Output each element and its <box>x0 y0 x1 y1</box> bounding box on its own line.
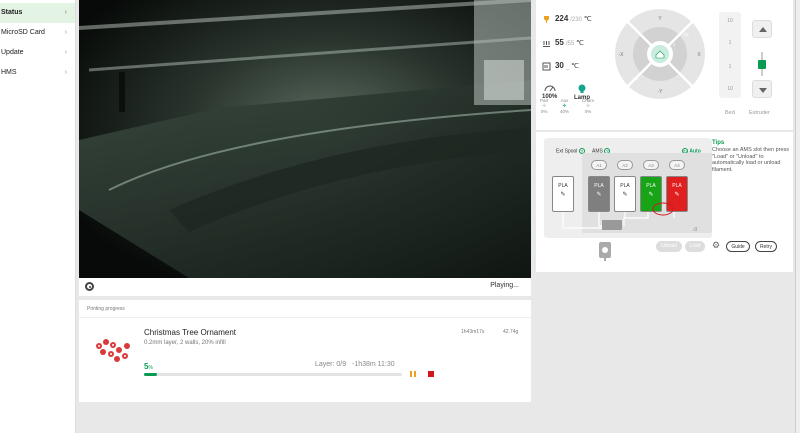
bed-z-control[interactable]: 10 1 1 10 <box>719 12 741 98</box>
sidebar-item-label: Status <box>1 9 23 16</box>
camera-image <box>79 0 531 278</box>
unload-button[interactable]: Unload <box>656 241 682 252</box>
load-button[interactable]: Load <box>685 241 705 252</box>
chamber-fan[interactable]: Cham ✣ 0% <box>582 98 594 114</box>
window-edge <box>795 0 800 433</box>
job-weight: 42.74g <box>503 329 519 335</box>
axis-jog-control[interactable]: Y -Y X -X 10 1 -1 -10 <box>614 8 706 100</box>
extruder-up-button[interactable] <box>752 20 772 38</box>
guide-button[interactable]: Guide <box>726 241 750 252</box>
bed-icon <box>542 39 551 48</box>
tips-title: Tips <box>712 140 725 146</box>
chevron-right-icon: › <box>64 9 67 16</box>
layer-info: Layer: 0/9 -1h38m 11:30 <box>315 361 395 368</box>
job-name: Christmas Tree Ornament <box>144 328 237 337</box>
settings-icon[interactable]: ⚙ <box>712 240 720 251</box>
playing-status: Playing... <box>490 282 519 289</box>
sidebar-item-label: HMS <box>1 69 17 76</box>
chevron-right-icon: › <box>64 49 67 56</box>
printing-progress-card: Printing progress Christmas Tree Ornamen… <box>79 300 531 402</box>
bed-temp[interactable]: 55 /55 ℃ <box>542 38 584 48</box>
control-panel: 224 /230 ℃ 55 /55 ℃ 30 _ ℃ 100% Lamp Par… <box>536 0 793 130</box>
lamp-icon <box>578 84 586 93</box>
nozzle-temp[interactable]: 224 /230 ℃ <box>542 14 592 24</box>
section-title: Printing progress <box>87 306 125 312</box>
camera-feed <box>79 0 531 278</box>
retry-button[interactable]: Retry <box>755 241 777 252</box>
ams-filament-paths: ↓0 <box>562 202 698 233</box>
sidebar-item-label: Update <box>1 49 24 56</box>
divider <box>79 317 531 318</box>
svg-text:↓0: ↓0 <box>692 227 698 233</box>
svg-text:10: 10 <box>683 32 689 37</box>
ams-panel: Ext Spool ? AMS ? ↻ Auto Refill PLA✎ A1P… <box>536 132 793 272</box>
record-icon[interactable] <box>85 282 94 291</box>
sidebar-item-status[interactable]: Status › <box>0 3 75 23</box>
hotend-icon <box>599 242 611 261</box>
chevron-right-icon: › <box>64 29 67 36</box>
aux-fan[interactable]: Aux ✣ 40% <box>560 98 569 114</box>
svg-text:-Y: -Y <box>658 89 664 95</box>
progress-percent: 5% <box>144 362 153 371</box>
svg-text:-1: -1 <box>644 65 648 70</box>
sidebar: Status › MicroSD Card › Update › HMS › <box>0 0 76 433</box>
chevron-right-icon: › <box>64 69 67 76</box>
sidebar-list: Status › MicroSD Card › Update › HMS › <box>0 3 75 83</box>
extruder-icon <box>758 52 766 76</box>
stop-button[interactable] <box>428 371 434 377</box>
pause-button[interactable] <box>409 370 417 378</box>
extruder-down-button[interactable] <box>752 80 772 98</box>
chamber-icon <box>542 62 551 71</box>
svg-text:-10: -10 <box>632 76 639 81</box>
job-time: 1h43m17s <box>461 329 485 335</box>
progress-bar <box>144 373 402 376</box>
sidebar-item-microsd-card[interactable]: MicroSD Card › <box>0 23 75 43</box>
sidebar-item-hms[interactable]: HMS › <box>0 63 75 83</box>
video-controls: Playing... <box>79 278 531 296</box>
model-thumbnail <box>96 339 130 362</box>
bed-label: Bed <box>725 110 735 116</box>
sidebar-item-update[interactable]: Update › <box>0 43 75 63</box>
ams-diagram: Ext Spool ? AMS ? ↻ Auto Refill PLA✎ A1P… <box>544 138 712 238</box>
svg-text:-X: -X <box>619 52 625 58</box>
progress-bar-fill <box>144 373 157 376</box>
extruder-label: Extruder <box>749 110 770 116</box>
sidebar-item-label: MicroSD Card <box>1 29 45 36</box>
job-details: 0.2mm layer, 2 walls, 20% infill <box>144 340 226 346</box>
nozzle-icon <box>542 15 551 24</box>
chamber-temp[interactable]: 30 _ ℃ <box>542 61 579 71</box>
part-fan[interactable]: Part ✣ 0% <box>540 98 548 114</box>
tips-text: Choose an AMS slot then press "Load" or … <box>712 147 790 173</box>
speed-icon <box>544 85 556 92</box>
